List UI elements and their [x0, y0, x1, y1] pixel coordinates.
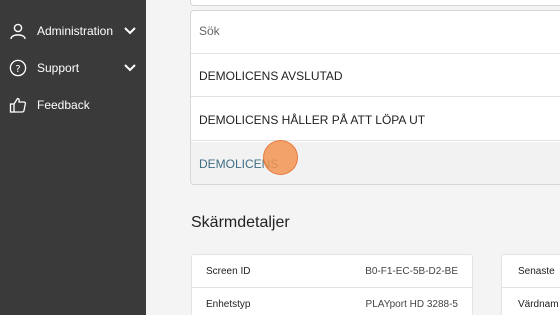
detail-label: Enhetstyp [206, 299, 251, 310]
click-indicator [263, 140, 298, 175]
sidebar-item-feedback[interactable]: Feedback [0, 88, 146, 122]
sidebar-item-administration[interactable]: Administration [0, 14, 146, 48]
previous-field-edge [190, 0, 560, 6]
divider [192, 287, 472, 288]
detail-value: PLAYport HD 3288-5 [365, 299, 458, 310]
dropdown-option-highlighted[interactable]: DEMOLICENS [191, 142, 560, 184]
main-content: DEMOLICENS AVSLUTAD DEMOLICENS HÅLLER PÅ… [146, 0, 560, 315]
option-label: DEMOLICENS AVSLUTAD [199, 69, 343, 83]
help-icon: ? [9, 59, 27, 77]
details-card-right: Senaste Värdnam [501, 254, 560, 315]
license-dropdown: DEMOLICENS AVSLUTAD DEMOLICENS HÅLLER PÅ… [190, 10, 560, 185]
detail-label: Senaste [518, 266, 555, 277]
dropdown-option[interactable]: DEMOLICENS AVSLUTAD [191, 54, 560, 97]
option-label: DEMOLICENS HÅLLER PÅ ATT LÖPA UT [199, 113, 426, 127]
user-icon [10, 23, 26, 40]
search-input[interactable] [199, 24, 499, 38]
detail-label: Värdnam [518, 299, 559, 310]
section-title: Skärmdetaljer [191, 214, 290, 231]
dropdown-search [191, 11, 560, 54]
divider [502, 287, 560, 288]
sidebar-item-label: Feedback [37, 98, 90, 112]
detail-label: Screen ID [206, 266, 251, 277]
chevron-down-icon[interactable] [123, 62, 137, 74]
detail-value: B0-F1-EC-5B-D2-BE [365, 266, 458, 277]
sidebar-item-label: Support [37, 61, 80, 75]
dropdown-option[interactable]: DEMOLICENS HÅLLER PÅ ATT LÖPA UT [191, 98, 560, 141]
sidebar-item-label: Administration [37, 24, 114, 38]
details-card: Screen ID B0-F1-EC-5B-D2-BE Enhetstyp PL… [191, 254, 473, 315]
sidebar: Administration ? Support Feedback [0, 0, 146, 315]
thumbs-up-icon [9, 97, 27, 113]
sidebar-item-support[interactable]: ? Support [0, 51, 146, 85]
svg-text:?: ? [15, 64, 20, 75]
chevron-down-icon[interactable] [123, 25, 137, 37]
